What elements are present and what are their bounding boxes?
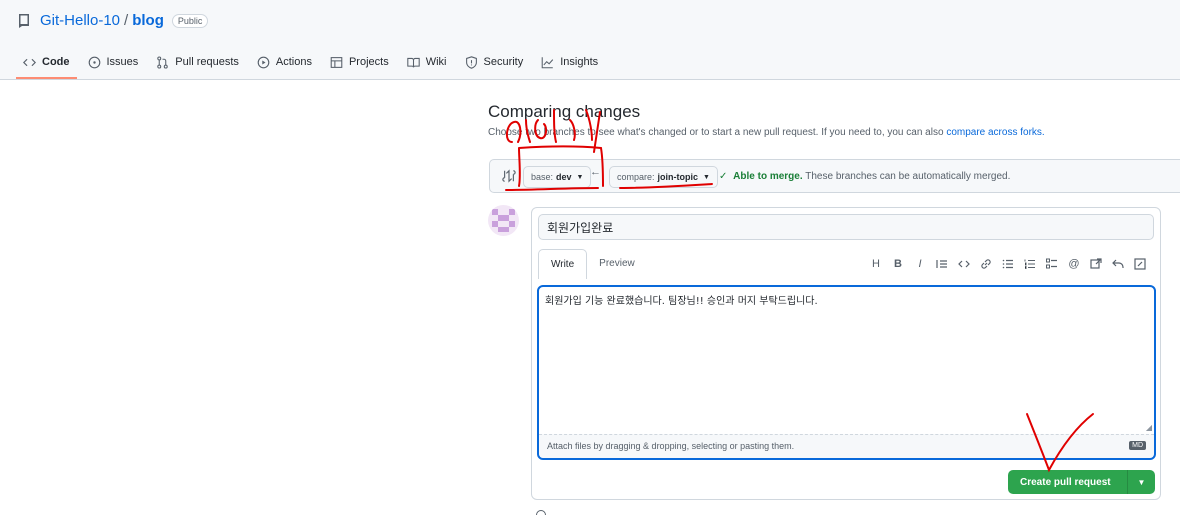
base-branch-select[interactable]: base: dev ▼ [523, 166, 592, 188]
bold-icon[interactable]: B [892, 257, 904, 271]
link-icon[interactable] [980, 257, 992, 271]
table-icon [330, 56, 343, 68]
tab-security-label: Security [483, 56, 524, 68]
reply-icon[interactable] [1112, 257, 1124, 271]
mention-icon[interactable]: @ [1068, 257, 1080, 271]
git-compare-icon [502, 169, 516, 183]
compare-across-forks-link[interactable]: compare across forks. [946, 127, 1044, 138]
compare-prefix: compare: [617, 172, 655, 182]
repo-header: Git-Hello-10 / blog Public Code Issues P… [0, 0, 1180, 80]
base-prefix: base: [531, 172, 554, 182]
attach-files-bar[interactable]: Attach files by dragging & dropping, sel… [539, 434, 1154, 458]
pr-body-textarea[interactable]: 회원가입 기능 완료했습니다. 팀장님!! 승인과 머지 부탁드립니다. ◢ A… [537, 285, 1156, 460]
book-icon [407, 57, 420, 67]
repo-owner-link[interactable]: Git-Hello-10 [40, 12, 120, 29]
merge-description: These branches can be automatically merg… [805, 171, 1011, 182]
attach-hint: Attach files by dragging & dropping, sel… [547, 441, 795, 451]
check-icon: ✓ [719, 171, 728, 182]
caret-down-icon: ▼ [703, 173, 710, 181]
branch-range-bar: base: dev ▼ ← compare: join-topic ▼ ✓ Ab… [489, 159, 1180, 193]
create-pull-request-label: Create pull request [1020, 476, 1111, 488]
markdown-icon: MD [1129, 441, 1146, 450]
graph-icon [541, 56, 554, 68]
tab-code[interactable]: Code [14, 48, 79, 79]
repo-nav: Code Issues Pull requests Actions Projec… [14, 48, 607, 80]
tab-code-label: Code [42, 56, 70, 68]
caret-down-icon[interactable]: ▼ [1127, 470, 1155, 494]
heading-icon[interactable]: H [870, 257, 882, 271]
tab-insights-label: Insights [560, 56, 599, 68]
tab-insights[interactable]: Insights [532, 48, 607, 76]
repo-icon [19, 13, 29, 28]
merge-ok-label: Able to merge. [733, 171, 803, 182]
tab-security[interactable]: Security [456, 48, 533, 76]
repo-separator: / [124, 12, 129, 29]
tab-actions[interactable]: Actions [248, 48, 321, 76]
shield-icon [465, 55, 477, 69]
quote-icon[interactable] [936, 257, 948, 271]
compare-branch-select[interactable]: compare: join-topic ▼ [609, 166, 718, 188]
tab-pull-requests-label: Pull requests [175, 56, 239, 68]
visibility-badge: Public [171, 13, 209, 28]
repo-name-link[interactable]: blog [132, 12, 164, 29]
subtitle-text: Choose two branches to see what's change… [488, 127, 944, 138]
unordered-list-icon[interactable] [1002, 257, 1014, 271]
cross-reference-icon[interactable] [1090, 257, 1102, 271]
play-icon [257, 56, 270, 68]
merge-status: ✓ Able to merge. These branches can be a… [719, 171, 1010, 182]
create-pull-request-button[interactable]: Create pull request ▼ [1008, 470, 1155, 494]
editor-tabs: Write Preview [538, 249, 647, 279]
code-icon [23, 58, 36, 66]
tab-pull-requests[interactable]: Pull requests [147, 48, 248, 76]
pull-request-icon [157, 55, 169, 69]
task-list-icon[interactable] [1046, 257, 1058, 271]
tab-issues[interactable]: Issues [79, 48, 148, 76]
pr-body-text: 회원가입 기능 완료했습니다. 팀장님!! 승인과 머지 부탁드립니다. [545, 296, 818, 307]
issue-icon [88, 56, 100, 68]
pr-title-input[interactable] [538, 214, 1154, 240]
tab-preview[interactable]: Preview [587, 249, 647, 279]
page-title: Comparing changes [488, 102, 641, 121]
tab-projects-label: Projects [348, 56, 389, 68]
pull-request-form: Write Preview H B I @ 회원가입 기능 완료했습니다. 팀장… [531, 207, 1161, 500]
tab-write[interactable]: Write [538, 249, 588, 279]
arrow-left-icon: ← [590, 166, 601, 178]
markdown-toolbar: H B I @ [870, 257, 1146, 271]
ordered-list-icon[interactable] [1024, 257, 1036, 271]
page-subtitle: Choose two branches to see what's change… [488, 127, 1045, 138]
tab-projects[interactable]: Projects [321, 48, 398, 76]
caret-down-icon: ▼ [576, 173, 584, 181]
tab-wiki[interactable]: Wiki [398, 48, 456, 76]
avatar[interactable] [488, 205, 519, 236]
resize-handle-icon[interactable]: ◢ [1146, 423, 1152, 432]
code-icon[interactable] [958, 257, 970, 271]
tab-issues-label: Issues [106, 56, 139, 68]
compare-branch-name: join-topic [657, 172, 699, 182]
fullscreen-icon[interactable] [1134, 257, 1146, 271]
info-icon [536, 510, 546, 515]
tab-wiki-label: Wiki [425, 56, 447, 68]
italic-icon[interactable]: I [914, 257, 926, 271]
base-branch-name: dev [556, 172, 572, 182]
repo-title: Git-Hello-10 / blog Public [16, 12, 209, 29]
tab-actions-label: Actions [275, 56, 312, 68]
